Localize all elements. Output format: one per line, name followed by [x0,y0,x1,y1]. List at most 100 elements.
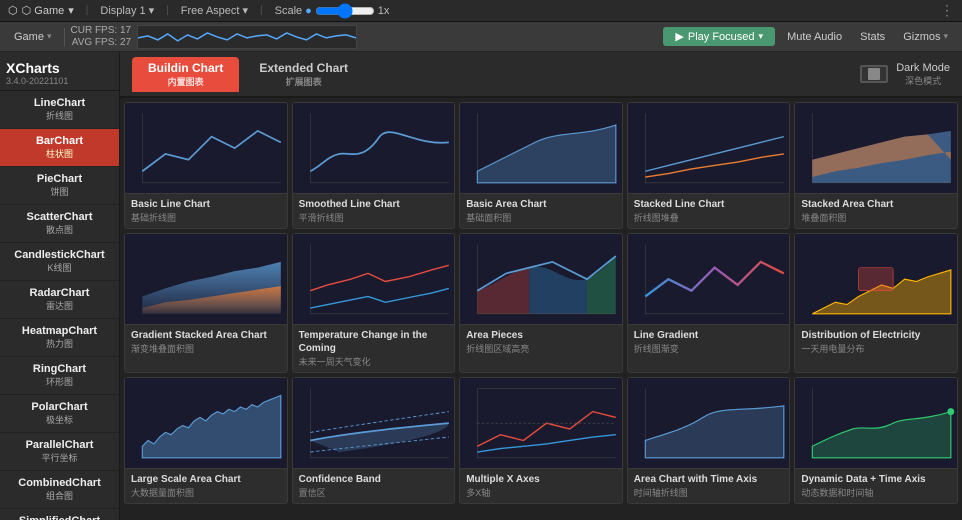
sidebar-item-simplifiedchart[interactable]: SimplifiedChart [0,509,119,520]
chart-preview-9 [795,234,957,324]
chart-card-11[interactable]: Confidence Band 置信区 [292,377,456,504]
sidebar-item-scatterchart[interactable]: ScatterChart 散点图 [0,205,119,243]
sidebar-item-candlestickchart[interactable]: CandlestickChart K线图 [0,243,119,281]
fps-avg: AVG FPS: 27 [72,37,131,48]
chart-subtitle-7: 折线图区域高亮 [466,342,616,355]
sidebar-parallelchart-sub: 平行坐标 [8,451,111,464]
scale-slider[interactable] [315,6,375,16]
chart-title-10: Large Scale Area Chart [131,473,281,486]
chart-info-0: Basic Line Chart 基础折线图 [125,193,287,228]
chart-preview-8 [628,234,790,324]
chart-title-5: Gradient Stacked Area Chart [131,329,281,342]
chart-preview-1 [293,103,455,193]
display-label: Display 1 [100,5,145,17]
chart-preview-3 [628,103,790,193]
chart-card-8[interactable]: Line Gradient 折线图渐变 [627,233,791,373]
chart-info-9: Distribution of Electricity 一天用电量分布 [795,324,957,359]
dark-mode-label: Dark Mode 深色模式 [896,62,950,87]
sidebar-linechart-sub: 折线图 [8,109,111,122]
tab-buildin[interactable]: Buildin Chart 内置图表 [132,57,239,92]
chart-preview-12 [460,378,622,468]
os-dots: ⋮ [940,2,954,19]
game-icon: ⬡ [8,4,18,17]
aspect-item[interactable]: Free Aspect ▾ [181,4,248,17]
toolbar-play-section: ▶ Play Focused ▾ Mute Audio Stats Gizmos… [663,27,954,46]
sidebar-item-linechart[interactable]: LineChart 折线图 [0,91,119,129]
toolbar-game-arrow: ▾ [47,31,52,42]
chart-subtitle-4: 堆叠面积图 [801,211,951,224]
sidebar-item-polarchart[interactable]: PolarChart 极坐标 [0,395,119,433]
gizmos-label: Gizmos [903,31,940,43]
os-bar: ⬡ ⬡ Game ▾ | Display 1 ▾ | Free Aspect ▾… [0,0,962,22]
sidebar-candlestick-title: CandlestickChart [8,249,111,261]
sidebar-header: XCharts 3.4.0-20221101 [0,52,119,91]
game-text: ⬡ Game [22,4,65,17]
chart-card-3[interactable]: Stacked Line Chart 折线图堆叠 [627,102,791,229]
chart-card-13[interactable]: Area Chart with Time Axis 时间轴折线图 [627,377,791,504]
sidebar-piechart-title: PieChart [8,173,111,185]
chart-card-12[interactable]: Multiple X Axes 多X轴 [459,377,623,504]
dark-mode-checkbox[interactable] [860,65,888,83]
sep1: | [86,5,89,16]
chart-subtitle-2: 基础面积图 [466,211,616,224]
chart-card-0[interactable]: Basic Line Chart 基础折线图 [124,102,288,229]
stats-button[interactable]: Stats [854,29,891,45]
chart-preview-7 [460,234,622,324]
mute-audio-label: Mute Audio [787,31,842,43]
sidebar-item-barchart[interactable]: BarChart 柱状图 [0,129,119,167]
chart-info-6: Temperature Change in the Coming 未来一周天气变… [293,324,455,372]
chart-card-9[interactable]: Distribution of Electricity 一天用电量分布 [794,233,958,373]
chart-title-11: Confidence Band [299,473,449,486]
chart-preview-11 [293,378,455,468]
sidebar-item-radarchart[interactable]: RadarChart 雷达图 [0,281,119,319]
toolbar-game[interactable]: Game ▾ [8,29,58,45]
chart-card-7[interactable]: Area Pieces 折线图区域高亮 [459,233,623,373]
sidebar-barchart-sub: 柱状图 [8,147,111,160]
sidebar-polarchart-sub: 极坐标 [8,413,111,426]
sidebar-radarchart-sub: 雷达图 [8,299,111,312]
play-focused-button[interactable]: ▶ Play Focused ▾ [663,27,775,46]
tab-extended-label: Extended Chart [259,61,348,75]
chart-info-5: Gradient Stacked Area Chart 渐变堆叠面积图 [125,324,287,359]
chart-title-2: Basic Area Chart [466,198,616,211]
play-focused-label: Play Focused [688,31,755,43]
mute-audio-button[interactable]: Mute Audio [781,29,848,45]
os-game-label[interactable]: ⬡ ⬡ Game ▾ [8,4,74,17]
chart-card-10[interactable]: Large Scale Area Chart 大数据量面积图 [124,377,288,504]
chart-card-4[interactable]: Stacked Area Chart 堆叠面积图 [794,102,958,229]
sidebar-barchart-title: BarChart [8,135,111,147]
sidebar-item-heatmapchart[interactable]: HeatmapChart 热力图 [0,319,119,357]
sidebar-logo-title: XCharts [6,60,113,76]
chart-card-6[interactable]: Temperature Change in the Coming 未来一周天气变… [292,233,456,373]
sidebar-item-ringchart[interactable]: RingChart 环形图 [0,357,119,395]
game-dropdown-arrow: ▾ [68,4,74,17]
tab-buildin-label: Buildin Chart [148,61,223,75]
chart-card-5[interactable]: Gradient Stacked Area Chart 渐变堆叠面积图 [124,233,288,373]
sidebar-item-piechart[interactable]: PieChart 饼图 [0,167,119,205]
chart-card-2[interactable]: Basic Area Chart 基础面积图 [459,102,623,229]
chart-card-1[interactable]: Smoothed Line Chart 平滑折线图 [292,102,456,229]
chart-card-14[interactable]: Dynamic Data + Time Axis 动态数据和时间轴 [794,377,958,504]
sidebar-ringchart-sub: 环形图 [8,375,111,388]
chart-preview-4 [795,103,957,193]
display-item[interactable]: Display 1 ▾ [100,4,154,17]
chart-info-7: Area Pieces 折线图区域高亮 [460,324,622,359]
content-area: Buildin Chart 内置图表 Extended Chart 扩展图表 D… [120,52,962,520]
gizmos-button[interactable]: Gizmos ▾ [897,29,954,45]
chart-title-4: Stacked Area Chart [801,198,951,211]
chart-preview-2 [460,103,622,193]
chart-subtitle-5: 渐变堆叠面积图 [131,342,281,355]
chart-info-8: Line Gradient 折线图渐变 [628,324,790,359]
sidebar-radarchart-title: RadarChart [8,287,111,299]
chart-title-3: Stacked Line Chart [634,198,784,211]
chart-title-0: Basic Line Chart [131,198,281,211]
stats-label: Stats [860,31,885,43]
scale-label: Scale [275,5,303,17]
sidebar-item-combinedchart[interactable]: CombinedChart 组合图 [0,471,119,509]
chart-info-11: Confidence Band 置信区 [293,468,455,503]
dark-mode-toggle[interactable]: Dark Mode 深色模式 [860,62,950,87]
sep2: | [166,5,169,16]
sidebar-item-parallelchart[interactable]: ParallelChart 平行坐标 [0,433,119,471]
tab-extended[interactable]: Extended Chart 扩展图表 [243,57,364,92]
sidebar-logo-sub: 3.4.0-20221101 [6,76,113,86]
